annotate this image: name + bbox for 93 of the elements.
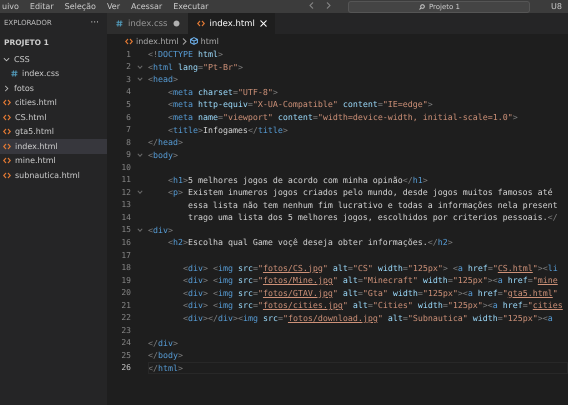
line-number: 12 bbox=[120, 188, 131, 197]
code-line: </head> bbox=[148, 136, 183, 148]
code-line: <h2>Escolha qual Game voçê deseja obter informações.</h2> bbox=[166, 236, 453, 248]
code-line: <div> bbox=[148, 224, 173, 236]
menu-item[interactable]: Ver bbox=[106, 0, 120, 13]
code-line: <title>Infogames</title> bbox=[166, 124, 288, 136]
file-item[interactable]: mine.html bbox=[0, 154, 107, 168]
code-line: <div> <img src="fotos/cities.jpg" alt="Cities" width="125px"><a href="cities bbox=[182, 299, 563, 312]
angle-brackets-icon bbox=[3, 128, 11, 136]
fold-chevron-icon[interactable] bbox=[136, 152, 142, 158]
menu-item[interactable]: Seleção bbox=[64, 0, 96, 13]
code-line: <div></div><img src="fotos/download.jpg" alt="Subnautica" width="125px"><a bbox=[182, 312, 553, 324]
unsaved-dot-icon bbox=[172, 20, 180, 27]
line-number: 16 bbox=[120, 238, 131, 247]
line-number: 4 bbox=[125, 87, 131, 96]
chevron-icon bbox=[182, 38, 187, 44]
menu-item[interactable]: Executar bbox=[173, 0, 208, 13]
code-line: <p> Existem inumeros jogos criados pelo mundo, desde jogos muitos famosos até bbox=[166, 186, 553, 198]
line-number: 10 bbox=[120, 162, 131, 172]
line-number: 5 bbox=[125, 100, 131, 109]
code-line: </body> bbox=[148, 349, 183, 362]
more-actions[interactable]: ··· bbox=[90, 18, 99, 28]
line-number: 14 bbox=[120, 212, 131, 222]
angle-brackets-icon bbox=[3, 99, 11, 106]
line-number: 17 bbox=[120, 250, 131, 260]
code-line: <head> bbox=[148, 73, 178, 86]
angle-brackets-icon bbox=[125, 38, 133, 44]
angle-brackets-icon bbox=[196, 20, 204, 27]
fold-chevron-icon[interactable] bbox=[136, 189, 142, 196]
code-line: <meta http-equiv="X-UA-Compatible" content="IE=edge"> bbox=[166, 98, 433, 110]
fold-chevron-icon[interactable] bbox=[136, 64, 142, 70]
folder-item[interactable]: CSS bbox=[0, 52, 107, 66]
line-number: 20 bbox=[120, 288, 131, 298]
breadcrumb-item[interactable]: html bbox=[200, 36, 219, 46]
menu-item[interactable]: uivo bbox=[2, 0, 19, 13]
code-line: <body> bbox=[148, 148, 178, 161]
code-line: <div> <img src="fotos/GTAV.jpg" alt="Gta" width="125px"><a href="gta5.html" bbox=[182, 286, 558, 299]
line-number: 1 bbox=[125, 50, 131, 59]
menu-item[interactable]: Acessar bbox=[131, 0, 162, 13]
code-line: <meta charset="UTF-8"> bbox=[166, 86, 278, 98]
line-number: 15 bbox=[120, 225, 131, 234]
line-number: 26 bbox=[120, 363, 131, 372]
line-number: 25 bbox=[120, 350, 131, 360]
code-line: </html> bbox=[148, 362, 183, 374]
fold-chevron-icon[interactable] bbox=[136, 226, 142, 233]
close-icon[interactable] bbox=[260, 20, 267, 27]
file-item[interactable]: cities.html bbox=[0, 96, 107, 110]
hash-icon bbox=[11, 70, 18, 78]
angle-brackets-icon bbox=[3, 142, 11, 150]
angle-brackets-icon bbox=[3, 172, 11, 179]
code-line: <div> <img src="fotos/CS.jpg" alt="CS" width="125px"> <a href="CS.html"><li bbox=[182, 262, 558, 274]
chevron-icon[interactable] bbox=[3, 84, 10, 92]
file-item[interactable]: subnautica.html bbox=[0, 168, 107, 182]
line-number: 6 bbox=[125, 112, 131, 122]
back-forward-icon[interactable] bbox=[309, 2, 332, 12]
fold-chevron-icon[interactable] bbox=[136, 76, 142, 82]
line-number: 9 bbox=[125, 150, 131, 160]
file-item[interactable]: index.css bbox=[0, 66, 107, 81]
code-line: <h1>5 melhores jogos de acordo com minha opinão</h1> bbox=[166, 174, 428, 186]
file-item[interactable]: CS.html bbox=[0, 110, 107, 124]
line-number: 24 bbox=[120, 338, 131, 348]
line-number: 8 bbox=[125, 138, 131, 147]
code-line: <!DOCTYPE html> bbox=[148, 48, 223, 60]
folder-item[interactable]: fotos bbox=[0, 81, 107, 96]
search-icon bbox=[418, 4, 425, 10]
line-number: 22 bbox=[120, 313, 131, 322]
code-line: <html lang="Pt-Br"> bbox=[148, 60, 243, 73]
angle-brackets-icon bbox=[3, 157, 11, 164]
angle-brackets-icon bbox=[3, 114, 11, 121]
line-number: 23 bbox=[120, 326, 131, 335]
line-number: 11 bbox=[120, 175, 131, 184]
code-line: essa lista não tem nenhum fim lucrativo e todas a informações nela present bbox=[186, 198, 558, 211]
code-line: <meta name="viewport" content="width=device-width, initial-scale=1.0"> bbox=[166, 111, 518, 123]
editor-tab[interactable]: index.html bbox=[188, 13, 275, 34]
menu-item[interactable]: Editar bbox=[30, 0, 54, 13]
breadcrumb-item[interactable]: index.html bbox=[136, 36, 179, 46]
code-line: <div> <img src="fotos/Mine.jpg" alt="Minecraft" width="125px"><a href="mine bbox=[182, 274, 558, 286]
code-line: trago uma lista dos 5 melhores jogos, escolhidos por criterios pessoais.</ bbox=[186, 211, 558, 224]
line-number: 18 bbox=[120, 263, 131, 272]
file-item[interactable]: gta5.html bbox=[0, 124, 107, 139]
line-number: 3 bbox=[125, 74, 131, 84]
account-label[interactable]: U8 bbox=[551, 2, 562, 11]
line-number: 19 bbox=[120, 276, 131, 285]
line-number: 7 bbox=[125, 125, 131, 134]
cube-icon bbox=[190, 37, 198, 45]
hash-icon bbox=[116, 20, 123, 27]
code-line: </div> bbox=[148, 336, 178, 349]
file-item[interactable]: index.html bbox=[0, 139, 107, 154]
chevron-icon[interactable] bbox=[3, 56, 10, 63]
editor-tab[interactable]: index.css bbox=[107, 13, 188, 34]
line-number: 21 bbox=[120, 300, 131, 310]
line-number: 2 bbox=[125, 62, 131, 72]
line-number: 13 bbox=[120, 200, 131, 210]
